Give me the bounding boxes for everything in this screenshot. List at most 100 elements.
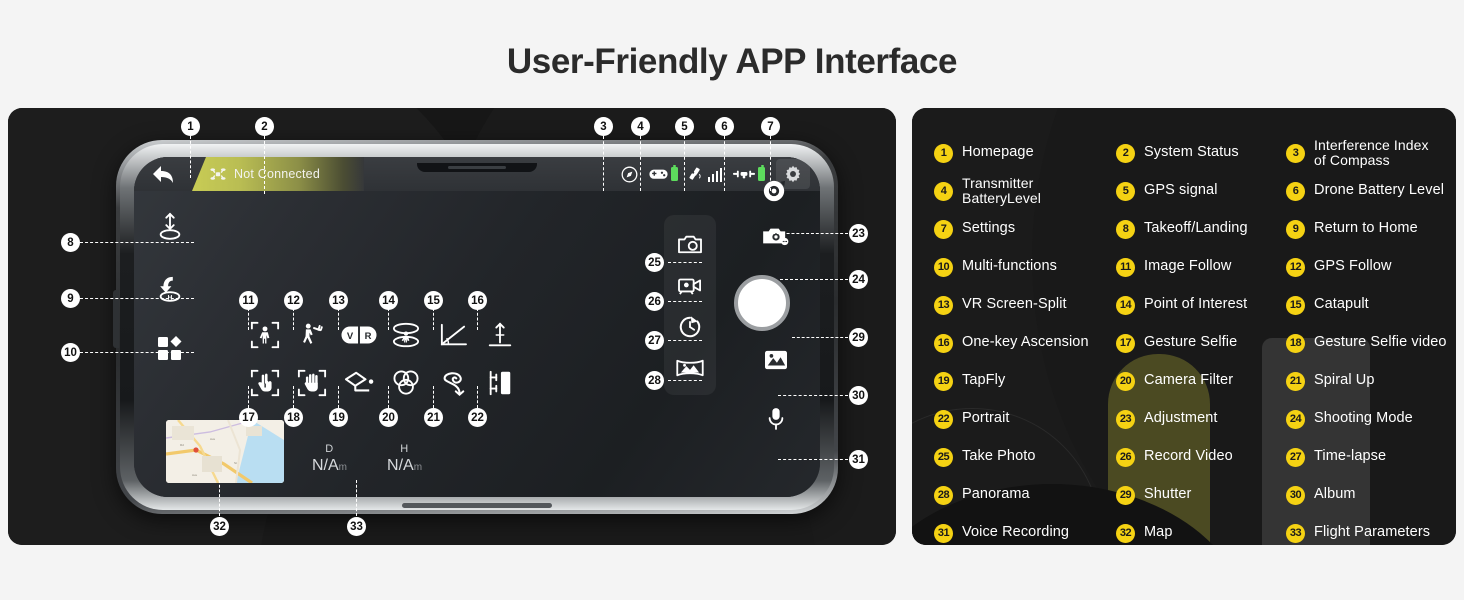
legend-badge: 13 <box>934 295 953 315</box>
callout-1: 1 <box>181 117 200 136</box>
legend-badge: 31 <box>934 523 953 543</box>
legend-item-22[interactable]: 22 Portrait <box>934 409 1116 429</box>
legend-item-23[interactable]: 23 Adjustment <box>1116 409 1286 429</box>
takeoff-landing-icon[interactable] <box>156 212 184 242</box>
legend-item-16[interactable]: 16 One-key Ascension <box>934 333 1116 353</box>
callout-leader <box>248 308 249 330</box>
legend-item-24[interactable]: 24 Shooting Mode <box>1286 409 1456 429</box>
legend-label: Voice Recording <box>962 524 1070 541</box>
legend-badge: 26 <box>1116 447 1135 467</box>
legend-label: Album <box>1314 486 1356 503</box>
point-of-interest-icon[interactable] <box>383 313 429 357</box>
legend-label: Settings <box>962 220 1016 237</box>
legend-item-32[interactable]: 32 Map <box>1116 523 1286 543</box>
legend-badge: 20 <box>1116 371 1135 391</box>
legend-item-6[interactable]: 6 Drone Battery Level <box>1286 181 1456 201</box>
map-thumbnail[interactable]: Rd Ave St Ave <box>166 420 284 483</box>
take-photo-icon[interactable] <box>677 233 703 255</box>
legend-item-3[interactable]: 3 Interference Index of Compass <box>1286 137 1456 168</box>
legend-item-14[interactable]: 14 Point of Interest <box>1116 295 1286 315</box>
phone-mockup: Not Connected H V R Rd Ave St Ave D N/Am… <box>8 108 896 545</box>
phone-home-indicator <box>402 503 552 508</box>
catapult-icon[interactable] <box>430 313 476 357</box>
flight-parameters: D N/Am H N/Am <box>312 443 422 475</box>
shutter-button[interactable] <box>734 275 790 331</box>
legend-label: Homepage <box>962 144 1034 161</box>
legend-item-19[interactable]: 19 TapFly <box>934 371 1116 391</box>
panorama-icon[interactable] <box>676 358 704 378</box>
legend-item-31[interactable]: 31 Voice Recording <box>934 523 1116 543</box>
legend-item-15[interactable]: 15 Catapult <box>1286 295 1456 315</box>
legend-item-33[interactable]: 33 Flight Parameters <box>1286 523 1456 543</box>
legend-item-13[interactable]: 13 VR Screen-Split <box>934 295 1116 315</box>
one-key-ascension-icon[interactable] <box>477 313 523 357</box>
callout-4: 4 <box>631 117 650 136</box>
legend-item-17[interactable]: 17 Gesture Selfie <box>1116 333 1286 353</box>
legend-item-11[interactable]: 11 Image Follow <box>1116 257 1286 277</box>
legend-item-12[interactable]: 12 GPS Follow <box>1286 257 1456 277</box>
legend-badge: 18 <box>1286 333 1305 353</box>
camera-filter-icon[interactable] <box>383 361 429 405</box>
legend-item-18[interactable]: 18 Gesture Selfie video <box>1286 333 1456 353</box>
legend-item-30[interactable]: 30 Album <box>1286 485 1456 505</box>
callout-13: 13 <box>329 291 348 310</box>
gps-signal-icon[interactable] <box>689 167 722 182</box>
tapfly-icon[interactable] <box>336 361 382 405</box>
callout-leader <box>724 136 725 191</box>
legend-item-1[interactable]: 1 Homepage <box>934 143 1116 163</box>
portrait-icon[interactable] <box>477 361 523 405</box>
legend-item-2[interactable]: 2 System Status <box>1116 143 1286 163</box>
legend-label-line: Transmitter <box>962 174 1034 191</box>
legend-item-25[interactable]: 25 Take Photo <box>934 447 1116 467</box>
shooting-mode-icon[interactable] <box>762 225 790 247</box>
callout-29: 29 <box>849 328 868 347</box>
time-lapse-icon[interactable] <box>678 315 702 339</box>
adjustment-icon[interactable] <box>762 179 786 203</box>
legend-item-10[interactable]: 10 Multi-functions <box>934 257 1116 277</box>
legend-badge: 29 <box>1116 485 1135 505</box>
compass-icon[interactable] <box>621 166 638 183</box>
legend-item-7[interactable]: 7 Settings <box>934 219 1116 239</box>
legend-label-line: BatteryLevel <box>962 190 1042 206</box>
legend-label: Record Video <box>1144 448 1233 465</box>
svg-text:R: R <box>365 331 372 342</box>
legend-item-4[interactable]: 4 Transmitter BatteryLevel <box>934 174 1116 206</box>
multi-functions-icon[interactable] <box>157 336 183 362</box>
callout-leader <box>778 395 848 396</box>
callout-31: 31 <box>849 450 868 469</box>
album-icon[interactable] <box>764 349 788 371</box>
legend-badge: 28 <box>934 485 953 505</box>
battery-icon <box>670 164 678 181</box>
legend-badge: 12 <box>1286 257 1305 277</box>
spiral-up-icon[interactable] <box>430 361 476 405</box>
voice-recording-icon[interactable] <box>766 407 786 431</box>
record-video-icon[interactable] <box>677 274 703 296</box>
gps-follow-icon[interactable] <box>289 313 335 357</box>
legend-badge: 3 <box>1286 143 1305 163</box>
legend-item-27[interactable]: 27 Time-lapse <box>1286 447 1456 467</box>
return-to-home-icon[interactable]: H <box>156 274 184 304</box>
legend-label: Panorama <box>962 486 1030 503</box>
legend-item-21[interactable]: 21 Spiral Up <box>1286 371 1456 391</box>
vr-screen-split-icon[interactable]: V R <box>336 313 382 357</box>
legend-item-9[interactable]: 9 Return to Home <box>1286 219 1456 239</box>
legend-item-5[interactable]: 5 GPS signal <box>1116 181 1286 201</box>
transmitter-icon[interactable] <box>649 164 678 181</box>
signal-bars-icon <box>707 167 722 182</box>
telemetry-value: N/Am <box>387 457 423 474</box>
callout-leader <box>640 136 641 191</box>
legend-badge: 16 <box>934 333 953 353</box>
back-arrow-icon[interactable] <box>150 162 176 186</box>
legend-item-28[interactable]: 28 Panorama <box>934 485 1116 505</box>
connection-status-chip[interactable]: Not Connected <box>192 157 364 191</box>
callout-leader <box>433 386 434 408</box>
callout-leader <box>80 242 194 243</box>
legend-badge: 11 <box>1116 257 1135 277</box>
callout-leader <box>668 380 702 381</box>
legend-item-20[interactable]: 20 Camera Filter <box>1116 371 1286 391</box>
legend-item-29[interactable]: 29 Shutter <box>1116 485 1286 505</box>
legend-item-26[interactable]: 26 Record Video <box>1116 447 1286 467</box>
drone-battery-icon[interactable] <box>733 164 765 181</box>
gesture-selfie-video-icon[interactable] <box>289 361 335 405</box>
legend-item-8[interactable]: 8 Takeoff/Landing <box>1116 219 1286 239</box>
